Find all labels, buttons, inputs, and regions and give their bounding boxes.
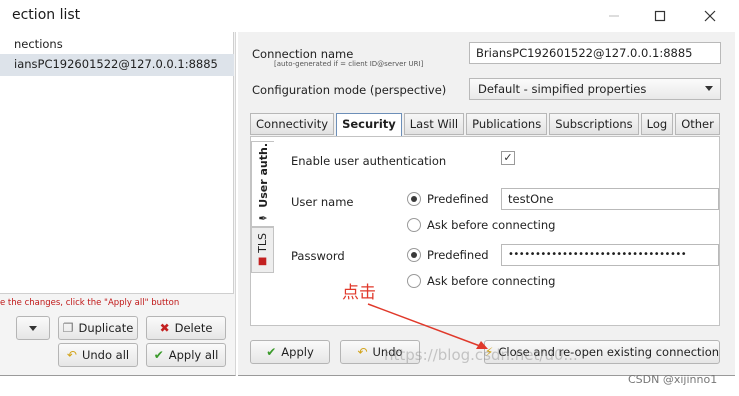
connection-list[interactable]: nections iansPC192601522@127.0.0.1:8885 (0, 32, 234, 294)
minimize-icon (609, 15, 619, 17)
undo-label: Undo (372, 345, 403, 359)
vtab-user-auth-label: User auth. (256, 143, 270, 208)
config-mode-select[interactable]: Default - simpified properties (469, 78, 721, 100)
connection-details-panel: Connection name [auto-generated if = cli… (238, 32, 735, 376)
tab-last-will[interactable]: Last Will (403, 113, 465, 135)
connection-list-item[interactable]: iansPC192601522@127.0.0.1:8885 (0, 54, 234, 76)
config-mode-label: Configuration mode (perspective) (252, 83, 447, 97)
credit-text: CSDN @xijinno1 (628, 373, 718, 386)
connection-name-sublabel: [auto-generated if = client ID@server UR… (274, 60, 424, 68)
username-ask-label: Ask before connecting (427, 218, 556, 232)
vtab-tls-label: TLS (256, 232, 269, 253)
checkmark-icon: ✔ (153, 348, 164, 362)
connection-name-input[interactable]: BriansPC192601522@127.0.0.1:8885 (469, 42, 721, 64)
tab-log[interactable]: Log (640, 113, 674, 135)
title-bar: ection list (0, 0, 739, 32)
chevron-down-icon (29, 325, 37, 331)
password-label: Password (291, 249, 345, 263)
connection-list-panel: nections iansPC192601522@127.0.0.1:8885 … (0, 32, 236, 376)
chevron-down-icon (705, 86, 713, 91)
delete-icon: ✖ (159, 321, 170, 335)
maximize-button[interactable] (640, 4, 680, 28)
vtab-tls[interactable]: TLS ■ (251, 227, 274, 273)
enable-auth-checkbox[interactable]: ✓ (501, 151, 515, 165)
tab-security[interactable]: Security (336, 113, 402, 137)
config-mode-value: Default - simpified properties (478, 82, 647, 96)
password-ask-label: Ask before connecting (427, 274, 556, 288)
undo-icon: ↶ (357, 345, 368, 359)
reconnect-icon: ⚡ (484, 345, 494, 359)
dropdown-button[interactable] (16, 316, 50, 340)
security-tab-body: User auth. ✒ TLS ■ Enable user authentic… (250, 136, 720, 326)
username-predefined-radio[interactable] (407, 192, 421, 206)
click-annotation: 点击 (342, 283, 376, 303)
duplicate-button[interactable]: ❐ Duplicate (58, 316, 138, 340)
apply-all-button[interactable]: ✔ Apply all (146, 343, 226, 367)
connection-name-label: Connection name (252, 47, 354, 61)
undo-all-button[interactable]: ↶ Undo all (58, 343, 138, 367)
enable-auth-label: Enable user authentication (291, 154, 447, 168)
apply-button[interactable]: ✔ Apply (250, 340, 330, 364)
undo-icon: ↶ (66, 348, 77, 362)
tab-bar: Connectivity Security Last Will Publicat… (250, 113, 720, 137)
close-reopen-label: Close and re-open existing connection (498, 345, 720, 359)
duplicate-label: Duplicate (78, 321, 134, 335)
duplicate-icon: ❐ (62, 321, 74, 335)
lock-icon: ■ (257, 256, 268, 268)
tab-other[interactable]: Other (675, 113, 720, 135)
tab-subscriptions[interactable]: Subscriptions (549, 113, 639, 135)
password-ask-radio[interactable] (407, 274, 421, 288)
user-auth-icon: ✒ (258, 211, 268, 225)
username-ask-radio[interactable] (407, 218, 421, 232)
close-icon (704, 10, 716, 22)
username-input[interactable]: testOne (501, 188, 719, 210)
tab-connectivity[interactable]: Connectivity (250, 113, 335, 135)
username-label: User name (291, 195, 354, 209)
undo-all-label: Undo all (81, 348, 130, 362)
username-predefined-label: Predefined (427, 192, 489, 206)
delete-label: Delete (174, 321, 213, 335)
close-reopen-button[interactable]: ⚡ Close and re-open existing connection (484, 340, 720, 364)
connection-list-header: nections (14, 37, 63, 51)
password-predefined-label: Predefined (427, 248, 489, 262)
tab-publications[interactable]: Publications (466, 113, 548, 135)
apply-all-label: Apply all (168, 348, 219, 362)
vtab-user-auth[interactable]: User auth. ✒ (251, 141, 274, 227)
undo-button[interactable]: ↶ Undo (340, 340, 420, 364)
close-button[interactable] (690, 4, 730, 28)
delete-button[interactable]: ✖ Delete (146, 316, 226, 340)
checkmark-icon: ✓ (503, 151, 513, 164)
checkmark-icon: ✔ (266, 345, 277, 359)
password-predefined-radio[interactable] (407, 248, 421, 262)
apply-hint-text: e the changes, click the "Apply all" but… (0, 298, 180, 308)
minimize-button[interactable] (594, 4, 634, 28)
apply-label: Apply (281, 345, 314, 359)
password-input[interactable]: ••••••••••••••••••••••••••••••••• (501, 244, 719, 266)
window-title: ection list (12, 7, 81, 23)
maximize-icon (654, 10, 666, 22)
